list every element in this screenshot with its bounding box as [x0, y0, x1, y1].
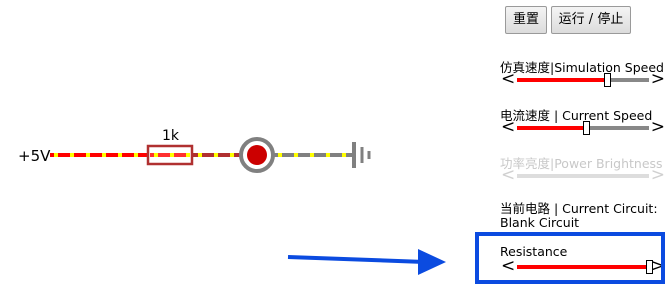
chevron-right-icon: > [650, 165, 665, 185]
reset-button[interactable]: 重置 [505, 6, 547, 34]
voltage-source-label: +5V [18, 147, 51, 165]
annotation-arrow [287, 249, 446, 275]
chevron-left-icon: < [501, 165, 516, 185]
current-circuit-info: 当前电路 | Current Circuit: Blank Circuit [500, 202, 658, 230]
led-lamp [247, 145, 267, 165]
run-stop-button[interactable]: 运行 / 停止 [551, 6, 631, 34]
current-speed-slider[interactable]: < > [501, 117, 665, 137]
slider-track[interactable] [517, 121, 649, 135]
slider-thumb[interactable] [582, 121, 590, 135]
chevron-left-icon[interactable]: < [501, 69, 515, 89]
slider-fill [517, 126, 586, 130]
ground-symbol[interactable] [352, 142, 371, 168]
current-circuit-name: Blank Circuit [500, 215, 580, 230]
highlight-box [475, 232, 665, 284]
slider-track[interactable] [517, 73, 649, 87]
chevron-right-icon[interactable]: > [651, 117, 665, 137]
simulation-speed-slider[interactable]: < > [501, 69, 665, 89]
chevron-left-icon[interactable]: < [501, 117, 515, 137]
power-brightness-slider: < > [501, 165, 665, 185]
slider-track [517, 174, 649, 178]
chevron-right-icon[interactable]: > [651, 69, 665, 89]
current-circuit-label: 当前电路 | Current Circuit: [500, 201, 658, 216]
resistor-label: 1k [162, 128, 180, 144]
slider-fill [517, 78, 607, 82]
slider-thumb[interactable] [603, 73, 611, 87]
